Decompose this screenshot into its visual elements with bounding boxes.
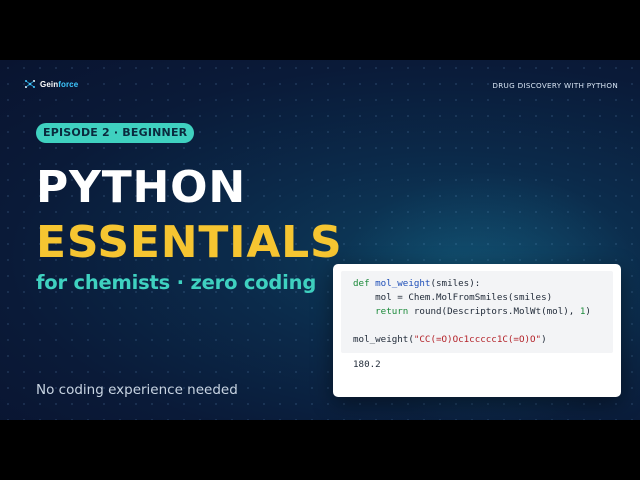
code-text: mol = Chem.MolFromSmiles(smiles) <box>375 292 553 303</box>
code-text: mol_weight( <box>353 334 414 345</box>
brand-logo: Geinforce <box>24 78 78 90</box>
brand-name: Geinforce <box>40 80 78 89</box>
code-string: "CC(=O)Oc1ccccc1C(=O)O" <box>413 334 542 345</box>
code-keyword: def <box>353 278 376 289</box>
code-notebook-card: def mol_weight(smiles): mol = Chem.MolFr… <box>333 264 621 397</box>
title-line-2: ESSENTIALS <box>36 217 343 268</box>
code-text: ) <box>541 334 547 345</box>
code-output: 180.2 <box>353 359 381 370</box>
thumbnail-slide: Geinforce DRUG DISCOVERY WITH PYTHON EPI… <box>0 60 640 420</box>
geinforce-logo-icon <box>25 80 35 88</box>
tagline: No coding experience needed <box>36 382 238 398</box>
series-label: DRUG DISCOVERY WITH PYTHON <box>492 81 618 90</box>
code-cell: def mol_weight(smiles): mol = Chem.MolFr… <box>341 271 613 353</box>
code-line-5: mol_weight("CC(=O)Oc1ccccc1C(=O)O") <box>353 334 547 346</box>
code-keyword: return <box>375 306 414 317</box>
episode-badge: EPISODE 2 · BEGINNER <box>36 123 195 143</box>
subtitle: for chemists · zero coding <box>36 271 317 294</box>
code-line-1: def mol_weight(smiles): <box>353 278 480 290</box>
code-text: (smiles): <box>430 278 481 289</box>
code-function-name: mol_weight <box>375 278 431 289</box>
code-text: round(Descriptors.MolWt(mol), <box>413 306 580 317</box>
code-line-2: mol = Chem.MolFromSmiles(smiles) <box>353 292 552 304</box>
code-line-3: return round(Descriptors.MolWt(mol), 1) <box>353 306 591 318</box>
video-frame: Geinforce DRUG DISCOVERY WITH PYTHON EPI… <box>0 0 640 480</box>
brand-name-suffix: force <box>58 79 79 89</box>
code-text: ) <box>585 306 591 317</box>
title-line-1: PYTHON <box>36 162 246 213</box>
brand-name-prefix: Gein <box>40 79 59 89</box>
